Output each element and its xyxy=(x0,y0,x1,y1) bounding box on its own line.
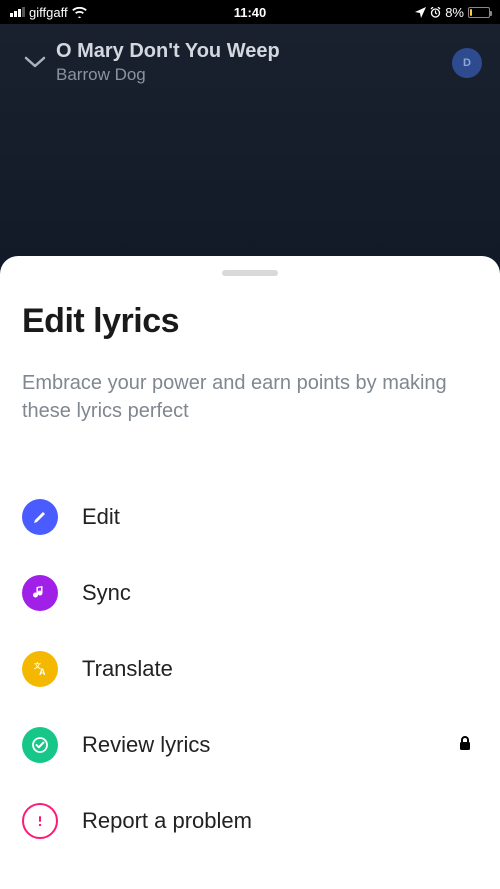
battery-percentage: 8% xyxy=(445,5,464,20)
edit-lyrics-sheet: Edit lyrics Embrace your power and earn … xyxy=(0,256,500,889)
wifi-icon xyxy=(72,7,87,18)
menu-label-report: Report a problem xyxy=(82,808,478,834)
cell-signal-icon xyxy=(10,7,25,17)
menu-label-sync: Sync xyxy=(82,580,478,606)
track-title: O Mary Don't You Weep xyxy=(56,40,452,63)
menu-item-edit[interactable]: Edit xyxy=(22,479,478,555)
report-icon xyxy=(22,803,58,839)
status-bar: giffgaff 11:40 8% xyxy=(0,0,500,24)
track-artist: Barrow Dog xyxy=(56,65,452,85)
lock-icon xyxy=(458,735,472,756)
menu-label-translate: Translate xyxy=(82,656,478,682)
profile-badge[interactable]: D xyxy=(452,48,482,78)
review-icon xyxy=(22,727,58,763)
action-menu: Edit Sync 文A Translate Review lyrics xyxy=(22,479,478,859)
sheet-grabber[interactable] xyxy=(222,270,278,276)
collapse-button[interactable] xyxy=(14,56,56,70)
clock: 11:40 xyxy=(234,5,267,20)
svg-text:A: A xyxy=(39,667,46,677)
profile-badge-initial: D xyxy=(463,57,471,69)
menu-item-report[interactable]: Report a problem xyxy=(22,783,478,859)
sync-icon xyxy=(22,575,58,611)
sheet-subtitle: Embrace your power and earn points by ma… xyxy=(22,369,478,425)
edit-icon xyxy=(22,499,58,535)
menu-item-translate[interactable]: 文A Translate xyxy=(22,631,478,707)
carrier-label: giffgaff xyxy=(29,5,68,20)
menu-label-review: Review lyrics xyxy=(82,732,458,758)
sheet-title: Edit lyrics xyxy=(22,302,478,341)
menu-label-edit: Edit xyxy=(82,504,478,530)
battery-icon xyxy=(468,7,490,18)
location-icon xyxy=(415,7,426,18)
menu-item-review[interactable]: Review lyrics xyxy=(22,707,478,783)
menu-item-sync[interactable]: Sync xyxy=(22,555,478,631)
now-playing-header: O Mary Don't You Weep Barrow Dog D xyxy=(0,24,500,85)
alarm-icon xyxy=(430,7,441,18)
translate-icon: 文A xyxy=(22,651,58,687)
chevron-down-icon xyxy=(24,56,46,70)
